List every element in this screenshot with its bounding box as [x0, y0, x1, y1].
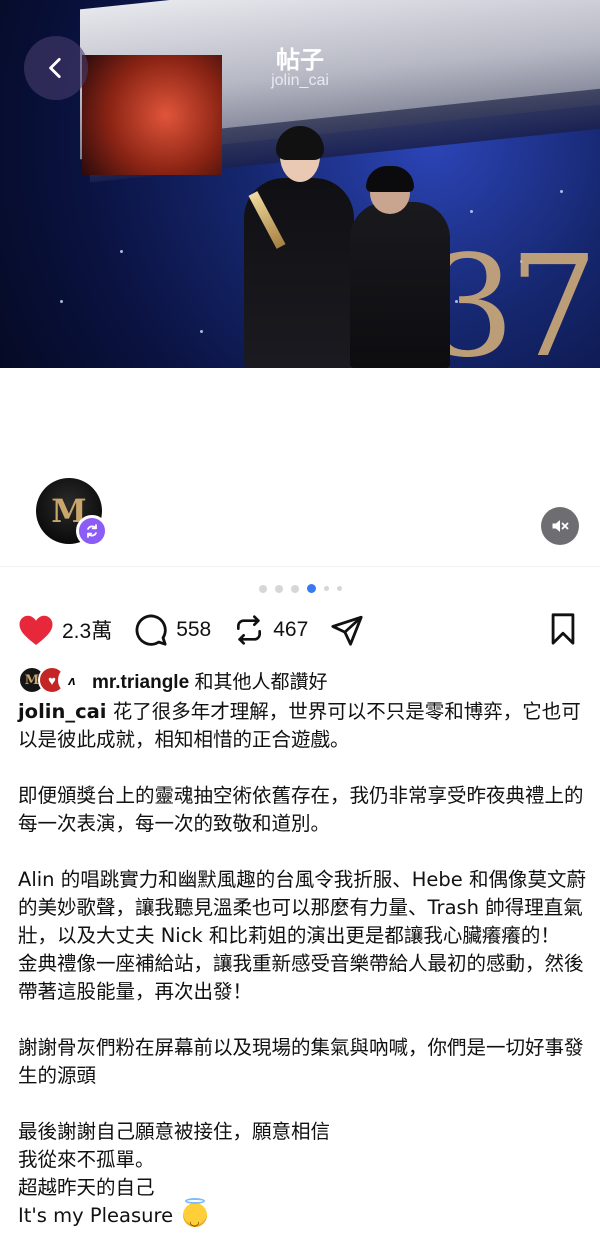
liker-username[interactable]: mr.triangle	[92, 672, 189, 693]
caption-line: It's my Pleasure	[18, 1198, 588, 1235]
stage-light	[560, 190, 563, 193]
carousel-indicator	[0, 584, 600, 593]
carousel-dot	[323, 586, 329, 591]
stage-number: 37	[425, 226, 598, 368]
repost-badge	[76, 515, 108, 547]
like-count: 2.3萬	[62, 620, 113, 643]
comment-button[interactable]: 558	[134, 613, 211, 647]
speaker-muted-icon	[552, 520, 569, 532]
mute-button[interactable]	[541, 507, 579, 545]
person-presenter	[350, 202, 450, 368]
caption-paragraph: Alin 的唱跳實力和幽默風趣的台風令我折服、Hebe 和偶像莫文蔚的美妙歌聲，…	[18, 868, 586, 947]
caption-paragraph: 即便頒獎台上的靈魂抽空術依舊存在，我仍非常享受昨夜典禮上的每一次表演，每一次的致…	[18, 784, 584, 835]
stage-light	[60, 300, 63, 303]
stage-light	[200, 330, 203, 333]
bookmark-icon	[551, 613, 575, 645]
carousel-dot	[258, 584, 267, 593]
share-button[interactable]	[330, 613, 364, 647]
page-title: 帖子	[276, 47, 324, 74]
post-caption: jolin_cai 花了很多年才理解，世界可以不只是零和博弈，它也可以是彼此成就…	[18, 698, 588, 1235]
person-presenter-hat	[366, 166, 414, 192]
caption-line: 我從來不孤單。	[18, 1148, 155, 1171]
caption-line: 超越昨天的自己	[18, 1176, 155, 1199]
caption-paragraph: 金典禮像一座補給站，讓我重新感受音樂帶給人最初的感動，然後帶著這股能量，再次出發…	[18, 952, 584, 1003]
smiling-face-with-halo-icon	[183, 1198, 208, 1235]
caption-author[interactable]: jolin_cai	[18, 700, 106, 723]
repost-icon	[87, 524, 97, 538]
heart-filled-icon	[19, 615, 53, 645]
like-button[interactable]: 2.3萬	[18, 613, 112, 647]
repost-count: 467	[273, 618, 309, 641]
liked-by-row[interactable]: M ♥ ʌ mr.triangle 和其他人都讚好	[18, 666, 327, 694]
repost-button[interactable]: 467	[233, 613, 308, 647]
carousel-dot	[336, 586, 342, 591]
stage-light	[470, 210, 473, 213]
comment-bubble-icon	[135, 614, 167, 646]
stage-light	[120, 250, 123, 253]
carousel-dot-active	[306, 584, 316, 593]
caption-closing: It's my Pleasure	[18, 1204, 174, 1227]
caption-paragraph: 謝謝骨灰們粉在屏幕前以及現場的集氣與吶喊，你們是一切好事發生的源頭	[18, 1036, 584, 1087]
send-icon	[331, 615, 363, 646]
liker-avatar: ʌ	[58, 666, 86, 694]
bookmark-button[interactable]	[548, 612, 578, 651]
comment-count: 558	[176, 618, 212, 641]
carousel-dot	[274, 584, 283, 593]
divider	[0, 566, 600, 567]
liked-by-suffix: 和其他人都讚好	[194, 671, 328, 693]
liked-by-text: mr.triangle 和其他人都讚好	[92, 667, 327, 694]
action-bar: 2.3萬 558 467	[18, 610, 386, 650]
page-subtitle-username[interactable]: jolin_cai	[0, 72, 600, 90]
carousel-dot	[290, 584, 299, 593]
caption-line: 最後謝謝自己願意被接住，願意相信	[18, 1120, 331, 1143]
caption-paragraph: jolin_cai 花了很多年才理解，世界可以不只是零和博弈，它也可以是彼此成就…	[18, 698, 588, 754]
repost-icon	[237, 615, 262, 645]
